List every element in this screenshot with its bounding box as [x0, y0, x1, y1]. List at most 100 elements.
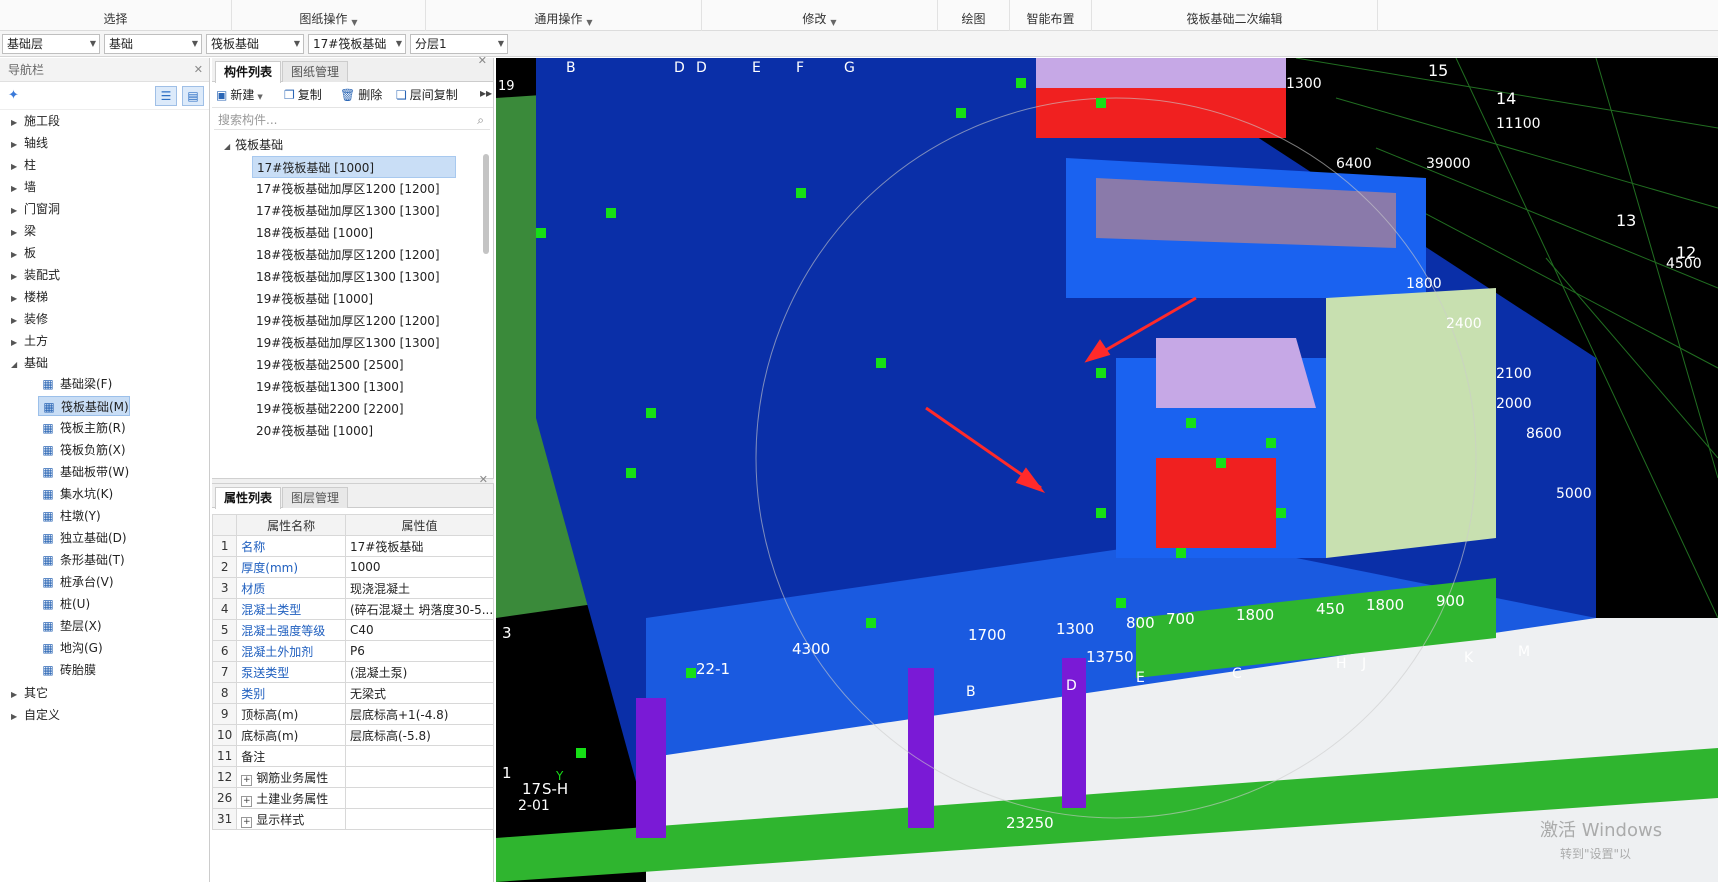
property-row[interactable]: 9 顶标高(m) 层底标高+1(-4.8) — [211, 703, 494, 725]
property-row[interactable]: 1 名称 17#筏板基础 — [211, 535, 494, 557]
nav-foundation-item[interactable]: ▦ 桩(U) — [38, 594, 90, 614]
property-value[interactable] — [345, 745, 494, 767]
search-icon[interactable]: ⌕ — [477, 110, 484, 130]
nav-item[interactable]: ▶ 梁 — [0, 220, 210, 242]
component-list-item[interactable]: 19#筏板基础加厚区1200 [1200] — [252, 310, 456, 332]
nav-foundation-item[interactable]: ▦ 桩承台(V) — [38, 572, 113, 592]
floor-select[interactable]: 基础层 ▼ — [2, 34, 100, 54]
component-list-item[interactable]: 20#筏板基础 [1000] — [252, 420, 456, 442]
property-row[interactable]: 5 混凝土强度等级 C40 — [211, 619, 494, 641]
property-row[interactable]: 3 材质 现浇混凝土 — [211, 577, 494, 599]
pin-icon[interactable]: ✦ — [8, 88, 19, 103]
property-value[interactable]: 17#筏板基础 — [345, 535, 494, 557]
nav-foundation-item[interactable]: ▦ 柱墩(Y) — [38, 506, 100, 526]
property-value[interactable]: (混凝土泵) — [345, 661, 494, 683]
nav-foundation-item[interactable]: ▦ 基础板带(W) — [38, 462, 129, 482]
property-value[interactable] — [345, 808, 494, 830]
list-root-raft[interactable]: ◢ 筏板基础 — [224, 134, 283, 156]
property-value[interactable]: 层底标高+1(-4.8) — [345, 703, 494, 725]
type-select[interactable]: 筏板基础 ▼ — [206, 34, 304, 54]
nav-item[interactable]: ▶ 楼梯 — [0, 286, 210, 308]
property-row[interactable]: 11 备注 — [211, 745, 494, 767]
component-list-item[interactable]: 18#筏板基础加厚区1300 [1300] — [252, 266, 456, 288]
nav-foundation-item[interactable]: ▦ 集水坑(K) — [38, 484, 113, 504]
property-row[interactable]: 10 底标高(m) 层底标高(-5.8) — [211, 724, 494, 746]
model-canvas[interactable]: B D D E F G 15 14 13 12 19 1300 11100 39… — [496, 58, 1718, 882]
nav-foundation-item[interactable]: ▦ 条形基础(T) — [38, 550, 124, 570]
nav-item[interactable]: ▶ 施工段 — [0, 110, 210, 132]
property-row[interactable]: 2 厚度(mm) 1000 — [211, 556, 494, 578]
property-row[interactable]: 26 + 土建业务属性 — [211, 787, 494, 809]
new-button[interactable]: ▣ 新建 ▼ — [216, 86, 263, 103]
copy-button[interactable]: ❐ 复制 — [284, 86, 322, 103]
nav-foundation-item[interactable]: ▦ 筏板负筋(X) — [38, 440, 125, 460]
detail-view-button[interactable]: ▤ — [182, 86, 204, 106]
ribbon-draw[interactable]: 绘图 — [938, 0, 1010, 31]
nav-item[interactable]: ▶ 板 — [0, 242, 210, 264]
nav-item[interactable]: ▶ 其它 — [0, 682, 210, 704]
nav-foundation-item[interactable]: ▦ 地沟(G) — [38, 638, 102, 658]
3d-viewport[interactable]: B D D E F G 15 14 13 12 19 1300 11100 39… — [496, 58, 1718, 882]
expand-icon[interactable]: + — [241, 795, 253, 807]
property-row[interactable]: 31 + 显示样式 — [211, 808, 494, 830]
more-icon[interactable]: ▸▸ — [480, 86, 492, 100]
property-value[interactable]: 层底标高(-5.8) — [345, 724, 494, 746]
tab-drawing-management[interactable]: 图纸管理 — [282, 61, 349, 82]
nav-item[interactable]: ▶ 门窗洞 — [0, 198, 210, 220]
layer-select[interactable]: 分层1 ▼ — [410, 34, 508, 54]
list-view-button[interactable]: ☰ — [155, 86, 177, 106]
tab-layer-management[interactable]: 图层管理 — [282, 487, 349, 508]
nav-foundation-item[interactable]: ▦ 筏板基础(M) — [38, 396, 130, 416]
tab-component-list[interactable]: 构件列表 — [215, 61, 282, 83]
component-search-input[interactable]: 搜索构件... ⌕ — [214, 110, 490, 130]
property-value[interactable]: C40 — [345, 619, 494, 641]
component-list-item[interactable]: 17#筏板基础 [1000] — [252, 156, 456, 178]
nav-item[interactable]: ▶ 柱 — [0, 154, 210, 176]
nav-item[interactable]: ▶ 装配式 — [0, 264, 210, 286]
property-row[interactable]: 7 泵送类型 (混凝土泵) — [211, 661, 494, 683]
close-icon[interactable]: ✕ — [194, 58, 203, 82]
expand-icon[interactable]: + — [241, 774, 253, 786]
ribbon-select[interactable]: 选择 — [0, 0, 232, 31]
property-value[interactable] — [345, 766, 494, 788]
property-row[interactable]: 6 混凝土外加剂 P6 — [211, 640, 494, 662]
floor-copy-button[interactable]: ❏ 层间复制 — [396, 86, 458, 103]
property-value[interactable]: P6 — [345, 640, 494, 662]
property-value[interactable]: (碎石混凝土 坍落度30-5... — [345, 598, 494, 620]
nav-foundation-item[interactable]: ▦ 基础梁(F) — [38, 374, 112, 394]
property-row[interactable]: 4 混凝土类型 (碎石混凝土 坍落度30-5... — [211, 598, 494, 620]
nav-foundation-item[interactable]: ▦ 筏板主筋(R) — [38, 418, 125, 438]
nav-item[interactable]: ◢ 基础 — [0, 352, 210, 374]
ribbon-drawing-ops[interactable]: 图纸操作 ▼ — [232, 0, 426, 31]
component-list-item[interactable]: 19#筏板基础加厚区1300 [1300] — [252, 332, 456, 354]
nav-item[interactable]: ▶ 土方 — [0, 330, 210, 352]
component-list-item[interactable]: 19#筏板基础 [1000] — [252, 288, 456, 310]
component-list-item[interactable]: 18#筏板基础加厚区1200 [1200] — [252, 244, 456, 266]
property-row[interactable]: 8 类别 无梁式 — [211, 682, 494, 704]
property-value[interactable] — [345, 787, 494, 809]
nav-foundation-item[interactable]: ▦ 独立基础(D) — [38, 528, 126, 548]
property-value[interactable]: 无梁式 — [345, 682, 494, 704]
delete-button[interactable]: 🗑 删除 — [340, 86, 382, 103]
component-list-item[interactable]: 17#筏板基础加厚区1200 [1200] — [252, 178, 456, 200]
nav-item[interactable]: ▶ 自定义 — [0, 704, 210, 726]
nav-foundation-item[interactable]: ▦ 砖胎膜 — [38, 660, 96, 680]
component-list-item[interactable]: 17#筏板基础加厚区1300 [1300] — [252, 200, 456, 222]
property-row[interactable]: 12 + 钢筋业务属性 — [211, 766, 494, 788]
nav-item[interactable]: ▶ 装修 — [0, 308, 210, 330]
category-select[interactable]: 基础 ▼ — [104, 34, 202, 54]
ribbon-raft-secondary-edit[interactable]: 筏板基础二次编辑 — [1092, 0, 1378, 31]
ribbon-general-ops[interactable]: 通用操作 ▼ — [426, 0, 702, 31]
nav-foundation-item[interactable]: ▦ 垫层(X) — [38, 616, 101, 636]
component-list-item[interactable]: 18#筏板基础 [1000] — [252, 222, 456, 244]
component-list-item[interactable]: 19#筏板基础1300 [1300] — [252, 376, 456, 398]
component-list-item[interactable]: 19#筏板基础2200 [2200] — [252, 398, 456, 420]
ribbon-modify[interactable]: 修改 ▼ — [702, 0, 938, 31]
nav-item[interactable]: ▶ 墙 — [0, 176, 210, 198]
close-icon[interactable]: ✕ — [478, 54, 487, 67]
expand-icon[interactable]: + — [241, 816, 253, 828]
nav-item[interactable]: ▶ 轴线 — [0, 132, 210, 154]
property-value[interactable]: 1000 — [345, 556, 494, 578]
component-select[interactable]: 17#筏板基础 ▼ — [308, 34, 406, 54]
component-list-item[interactable]: 19#筏板基础2500 [2500] — [252, 354, 456, 376]
